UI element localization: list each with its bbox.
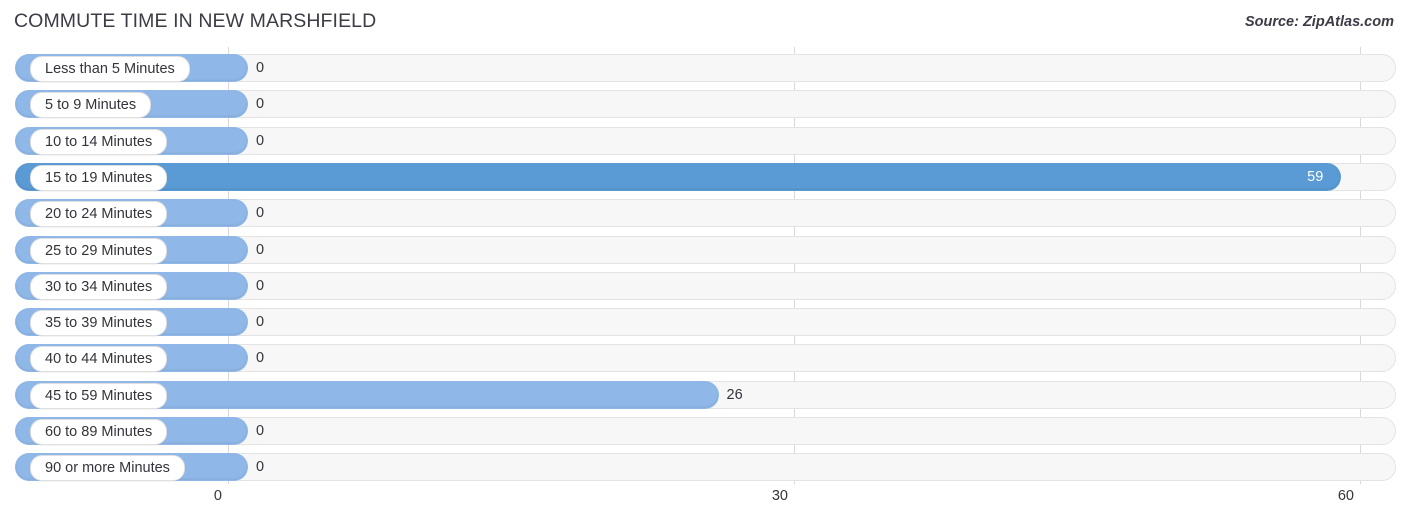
bar-value-label: 0 bbox=[256, 423, 265, 439]
bar-category-label: 90 or more Minutes bbox=[30, 455, 185, 482]
page-title: COMMUTE TIME IN NEW MARSHFIELD bbox=[14, 10, 377, 32]
bar-row[interactable]: 60 to 89 Minutes 0 bbox=[15, 417, 1396, 445]
bar-category-label: 40 to 44 Minutes bbox=[30, 346, 168, 373]
bar-row[interactable]: 5 to 9 Minutes 0 bbox=[15, 90, 1396, 119]
bar-fill[interactable] bbox=[15, 162, 1342, 191]
x-axis-tick-label: 0 bbox=[213, 488, 222, 504]
bar-category-label: 30 to 34 Minutes bbox=[30, 273, 168, 300]
bar-category-label: 10 to 14 Minutes bbox=[30, 128, 168, 155]
bar-row[interactable]: 10 to 14 Minutes 0 bbox=[15, 126, 1396, 155]
x-axis: 0 30 60 bbox=[0, 484, 1406, 522]
bar-row[interactable]: 35 to 39 Minutes 0 bbox=[15, 308, 1396, 337]
bar-category-label: 60 to 89 Minutes bbox=[30, 419, 168, 445]
bar-row[interactable]: 25 to 29 Minutes 0 bbox=[15, 235, 1396, 264]
bar-value-label: 0 bbox=[256, 205, 265, 222]
bar-row[interactable]: 20 to 24 Minutes 0 bbox=[15, 199, 1396, 228]
bar-value-label: 0 bbox=[256, 350, 265, 367]
bar-category-label: 20 to 24 Minutes bbox=[30, 201, 168, 228]
x-axis-tick-label: 30 bbox=[771, 488, 788, 504]
bar-value-label: 26 bbox=[726, 386, 743, 403]
bar-value-label: 0 bbox=[256, 132, 265, 149]
x-axis-tick-label: 60 bbox=[1337, 488, 1354, 504]
source-attribution: Source: ZipAtlas.com bbox=[1244, 14, 1394, 30]
bar-row[interactable]: 30 to 34 Minutes 0 bbox=[15, 271, 1396, 300]
bar-category-label: 35 to 39 Minutes bbox=[30, 310, 168, 337]
bar-row[interactable]: 15 to 19 Minutes 59 bbox=[15, 162, 1396, 191]
chart-header: COMMUTE TIME IN NEW MARSHFIELD Source: Z… bbox=[0, 0, 1406, 44]
bar-value-inside: 59 bbox=[1307, 168, 1324, 185]
bar-row[interactable]: 45 to 59 Minutes 26 bbox=[15, 380, 1396, 409]
bar-value-label: 0 bbox=[256, 277, 265, 294]
bar-value-label: 0 bbox=[256, 96, 265, 113]
bar-category-label: Less than 5 Minutes bbox=[30, 56, 190, 82]
bar-value-label: 0 bbox=[256, 314, 265, 331]
bar-category-label: 15 to 19 Minutes bbox=[30, 164, 168, 191]
chart-plot-area: Less than 5 Minutes 0 5 to 9 Minutes 0 10 to… bbox=[0, 47, 1406, 484]
bar-category-label: 25 to 29 Minutes bbox=[30, 237, 168, 264]
bar-category-label: 5 to 9 Minutes bbox=[30, 92, 152, 119]
bar-row[interactable]: 90 or more Minutes 0 bbox=[15, 453, 1396, 482]
bar-row[interactable]: Less than 5 Minutes 0 bbox=[15, 54, 1396, 82]
bar-value-label: 0 bbox=[256, 241, 265, 258]
bar-value-label: 0 bbox=[256, 60, 265, 76]
bar-category-label: 45 to 59 Minutes bbox=[30, 382, 168, 409]
bar-row[interactable]: 40 to 44 Minutes 0 bbox=[15, 344, 1396, 373]
bar-value-label: 0 bbox=[256, 459, 265, 476]
